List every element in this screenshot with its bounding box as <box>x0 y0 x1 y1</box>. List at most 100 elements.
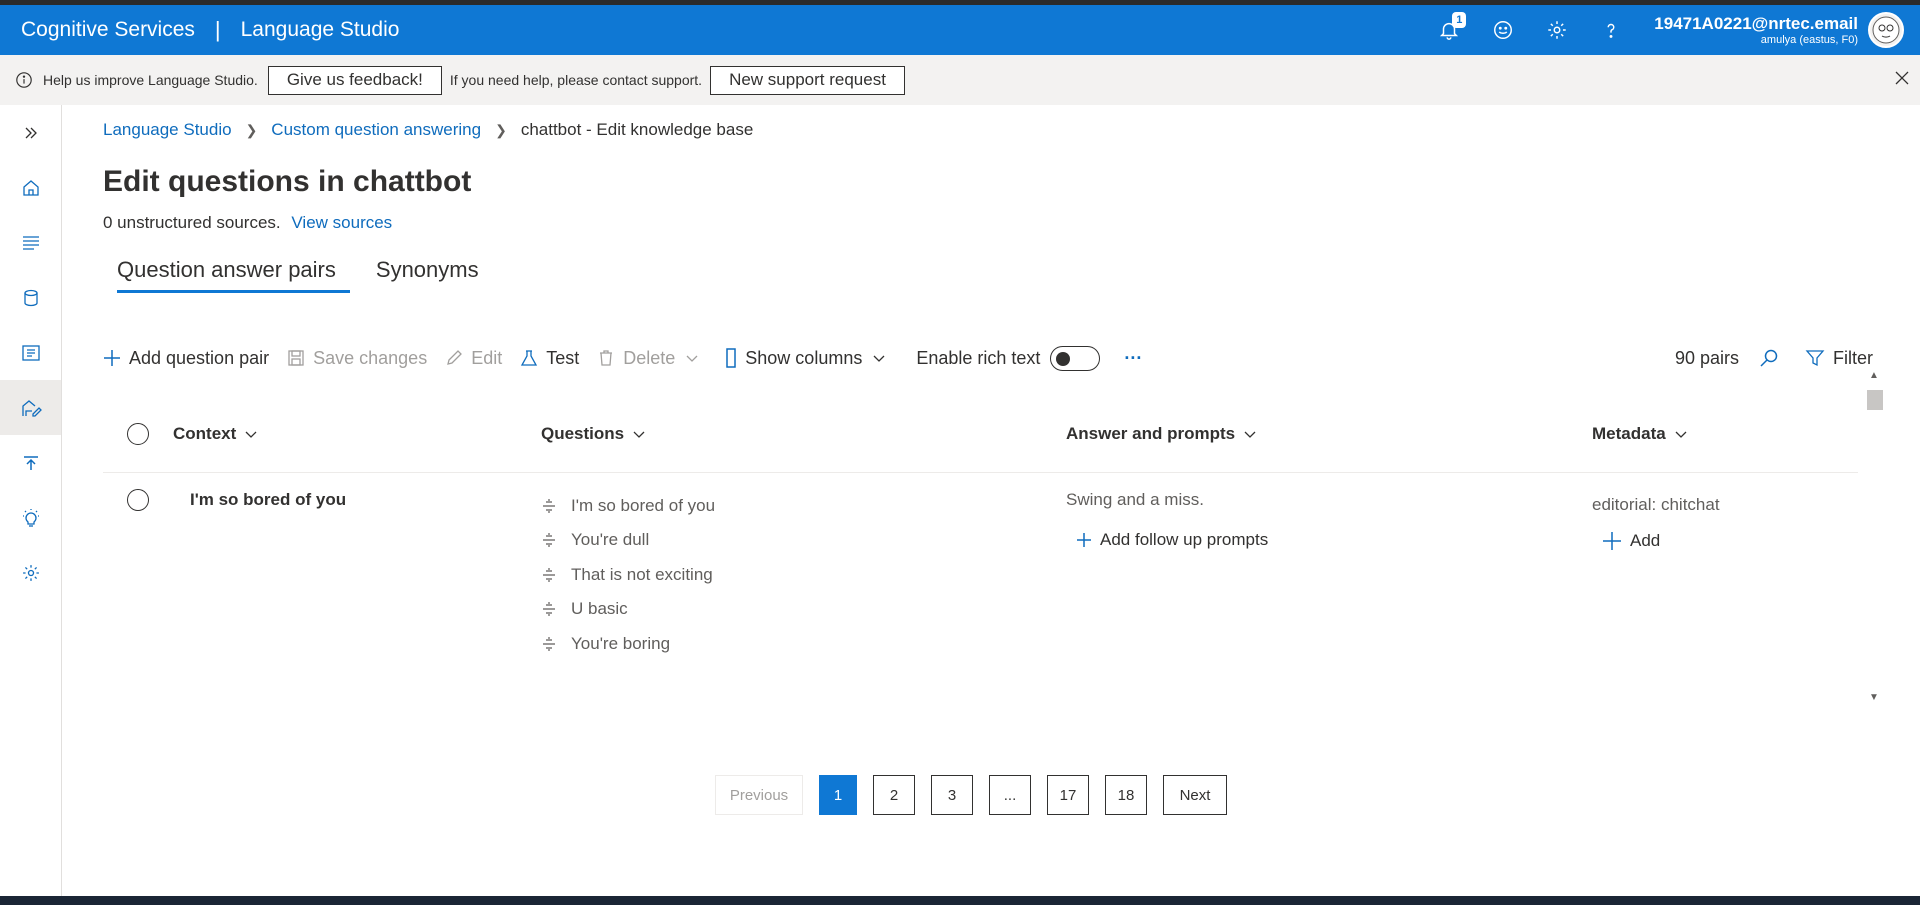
pencil-icon <box>447 350 463 365</box>
answer-header[interactable]: Answer and prompts <box>1066 424 1592 444</box>
edit-button[interactable]: Edit <box>445 348 502 369</box>
scroll-down-arrow[interactable]: ▼ <box>1869 692 1879 703</box>
smiley-icon <box>1494 21 1513 39</box>
new-support-request-button[interactable]: New support request <box>710 65 905 95</box>
page-3-button[interactable]: 3 <box>931 775 973 815</box>
chevron-right-icon: ❯ <box>245 121 258 138</box>
filter-button[interactable]: Filter <box>1805 348 1873 369</box>
pagination: Previous 1 2 3 ... 17 18 Next <box>715 775 1243 815</box>
next-page-button[interactable]: Next <box>1163 775 1227 815</box>
scroll-thumb[interactable] <box>1867 390 1883 410</box>
nav-deploy[interactable] <box>0 435 61 490</box>
row-select-radio[interactable] <box>127 489 149 511</box>
account-info[interactable]: 19471A0221@nrtec.email amulya (eastus, F… <box>1654 14 1858 46</box>
question-mark-icon <box>1607 23 1615 38</box>
drag-handle-icon <box>543 602 555 617</box>
brand-name[interactable]: Cognitive Services <box>21 18 195 42</box>
settings-button[interactable] <box>1530 5 1584 55</box>
breadcrumb-language-studio[interactable]: Language Studio <box>103 120 232 140</box>
nav-insights[interactable] <box>0 490 61 545</box>
questions-header[interactable]: Questions <box>541 424 1066 444</box>
chevron-down-icon <box>873 355 885 362</box>
view-sources-link[interactable]: View sources <box>291 213 392 232</box>
page-18-button[interactable]: 18 <box>1105 775 1147 815</box>
pairs-count: 90 pairs <box>1674 347 1739 368</box>
grid-header: Context Questions Answer and prompts Met… <box>103 395 1858 473</box>
avatar-face-icon <box>1872 16 1900 44</box>
nav-knowledge-base[interactable] <box>0 380 61 435</box>
nav-home[interactable] <box>0 160 61 215</box>
context-header[interactable]: Context <box>173 424 541 444</box>
account-email: 19471A0221@nrtec.email <box>1654 14 1858 33</box>
answer-text[interactable]: Swing and a miss. <box>1066 489 1592 510</box>
chevron-right-icon: ❯ <box>495 121 507 138</box>
give-feedback-button[interactable]: Give us feedback! <box>267 65 442 95</box>
add-question-pair-button[interactable]: Add question pair <box>103 348 269 369</box>
search-icon[interactable] <box>1759 348 1779 368</box>
plus-icon <box>1077 533 1091 547</box>
save-icon <box>288 350 304 366</box>
show-columns-button[interactable]: Show columns <box>725 348 894 369</box>
nav-settings[interactable] <box>0 545 61 600</box>
save-changes-button[interactable]: Save changes <box>287 348 427 369</box>
left-nav <box>0 105 62 897</box>
help-text: If you need help, please contact support… <box>449 72 703 88</box>
sources-line: 0 unstructured sources. View sources <box>103 213 1883 233</box>
avatar[interactable] <box>1868 12 1904 48</box>
delete-button[interactable]: Delete <box>597 348 707 369</box>
previous-page-button[interactable]: Previous <box>715 775 803 815</box>
grid-scrollbar[interactable]: ▲ ▼ <box>1865 370 1883 710</box>
page-1-button[interactable]: 1 <box>819 775 857 815</box>
table-row[interactable]: I'm so bored of you I'm so bored of you … <box>103 473 1858 661</box>
test-button[interactable]: Test <box>520 348 579 369</box>
breadcrumb-custom-qa[interactable]: Custom question answering <box>271 120 481 140</box>
add-metadata-button[interactable]: Add <box>1602 531 1852 551</box>
column-icon <box>726 348 737 368</box>
more-options-button[interactable]: ··· <box>1124 348 1142 369</box>
feedback-button[interactable] <box>1476 5 1530 55</box>
app-name[interactable]: Language Studio <box>241 18 400 42</box>
chevron-down-icon <box>633 431 645 438</box>
save-changes-label: Save changes <box>313 347 428 368</box>
scroll-up-arrow[interactable]: ▲ <box>1869 370 1879 381</box>
add-follow-up-prompts-button[interactable]: Add follow up prompts <box>1076 530 1592 550</box>
nav-database[interactable] <box>0 270 61 325</box>
delete-label: Delete <box>623 347 676 368</box>
gear-icon <box>1548 21 1566 39</box>
nav-edit-kb[interactable] <box>0 325 61 380</box>
rich-text-toggle[interactable] <box>1050 345 1101 371</box>
close-icon[interactable] <box>1894 70 1910 86</box>
page-2-button[interactable]: 2 <box>873 775 915 815</box>
nav-manage-sources[interactable] <box>0 215 61 270</box>
metadata-text: editorial: chitchat <box>1592 495 1720 514</box>
question-text: That is not exciting <box>571 564 713 584</box>
page-17-button[interactable]: 17 <box>1047 775 1089 815</box>
select-all-cell <box>103 422 173 445</box>
chevron-down-icon <box>686 355 698 362</box>
question-text: You're boring <box>571 633 671 653</box>
filter-icon <box>1805 350 1825 367</box>
tab-synonyms[interactable]: Synonyms <box>362 257 493 293</box>
row-context: I'm so bored of you <box>190 490 347 509</box>
database-icon <box>23 289 38 306</box>
notifications-button[interactable]: 1 <box>1422 5 1476 55</box>
trash-icon <box>600 350 613 366</box>
rich-text-label: Enable rich text <box>916 347 1041 368</box>
sources-count: 0 unstructured sources. <box>103 213 281 232</box>
metadata-header[interactable]: Metadata <box>1592 424 1852 444</box>
tab-question-answer-pairs[interactable]: Question answer pairs <box>103 257 350 293</box>
metadata-header-label: Metadata <box>1592 423 1666 443</box>
select-all-radio[interactable] <box>127 422 149 445</box>
test-label: Test <box>546 347 580 368</box>
brand-separator: | <box>214 17 221 42</box>
help-button[interactable] <box>1584 5 1638 55</box>
page-ellipsis-button[interactable]: ... <box>989 775 1031 815</box>
text-lines-icon <box>22 235 39 250</box>
add-question-pair-label: Add question pair <box>129 347 270 368</box>
edit-label: Edit <box>471 347 503 368</box>
nav-expand[interactable] <box>0 105 61 160</box>
questions-header-label: Questions <box>541 423 625 443</box>
toggle-knob <box>1056 351 1071 366</box>
home-icon <box>22 179 39 196</box>
context-header-label: Context <box>173 423 237 443</box>
